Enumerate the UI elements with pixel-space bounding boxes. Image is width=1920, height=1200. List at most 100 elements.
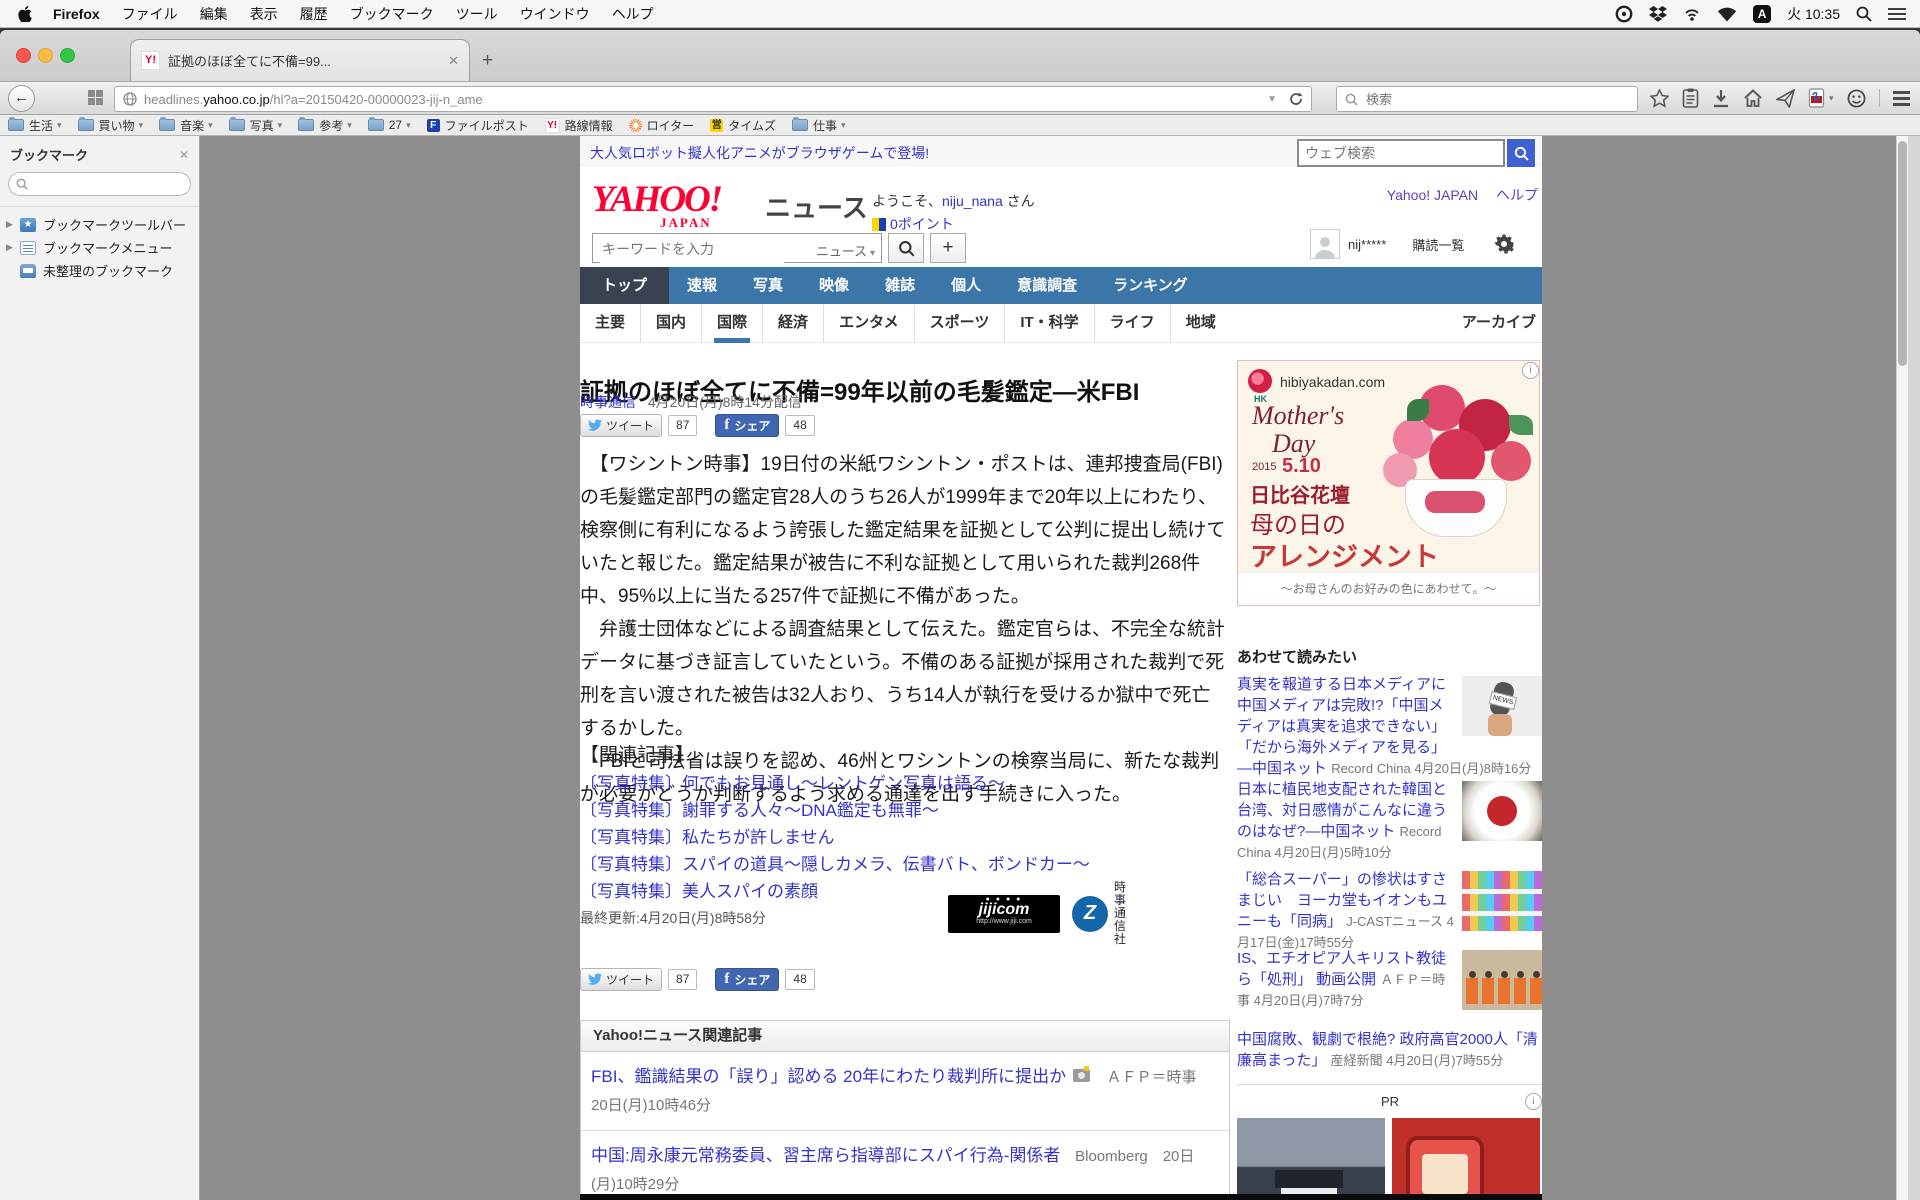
new-tab-button[interactable]: + bbox=[482, 50, 493, 72]
jiji-press-emblem[interactable]: Z bbox=[1072, 896, 1108, 932]
site-identity-globe-icon[interactable] bbox=[123, 92, 137, 106]
subtab-main[interactable]: 主要 bbox=[580, 304, 640, 342]
news-search-button[interactable] bbox=[888, 233, 924, 263]
web-search-button[interactable] bbox=[1507, 139, 1535, 167]
home-icon[interactable] bbox=[1743, 89, 1763, 108]
news-thumbnail-supermarket[interactable] bbox=[1462, 871, 1542, 931]
keyword-search-box[interactable]: ニュース bbox=[592, 233, 882, 263]
bookmark-folder-reference[interactable]: 参考 bbox=[298, 117, 352, 134]
input-method-icon[interactable]: A bbox=[1753, 5, 1771, 23]
points-link[interactable]: 0ポイント bbox=[890, 214, 954, 234]
sidebar-item-unsorted[interactable]: 未整理のブックマーク bbox=[0, 259, 199, 282]
yahoo-japan-link[interactable]: Yahoo! JAPAN bbox=[1387, 187, 1478, 203]
scrollbar-thumb[interactable] bbox=[1898, 141, 1907, 366]
bookmark-folder-life[interactable]: 生活 bbox=[8, 117, 62, 134]
subtab-region[interactable]: 地域 bbox=[1170, 304, 1231, 342]
menubar-item-edit[interactable]: 編集 bbox=[189, 4, 239, 24]
subtab-international[interactable]: 国際 bbox=[701, 304, 762, 342]
browser-search-box[interactable] bbox=[1336, 86, 1638, 112]
url-dropdown-icon[interactable]: ▼ bbox=[1267, 94, 1277, 105]
display-ad-hibiyakadan[interactable]: HK hibiyakadan.com Mother's Day 2015 5.1… bbox=[1237, 360, 1540, 606]
share-count[interactable]: 48 bbox=[785, 415, 814, 436]
pdf-addon-caret-icon[interactable]: ▾ bbox=[1829, 93, 1834, 104]
tab-photo[interactable]: 写真 bbox=[735, 267, 801, 304]
menubar-item-window[interactable]: ウインドウ bbox=[509, 4, 601, 24]
tab-poll[interactable]: 意識調査 bbox=[999, 267, 1095, 304]
pr-ad-house[interactable] bbox=[1237, 1118, 1385, 1200]
share-count[interactable]: 48 bbox=[785, 969, 814, 990]
gear-icon[interactable] bbox=[1494, 234, 1514, 254]
spotlight-icon[interactable] bbox=[1856, 6, 1872, 22]
menubar-item-history[interactable]: 履歴 bbox=[289, 4, 339, 24]
tab-magazine[interactable]: 雑誌 bbox=[867, 267, 933, 304]
related-link[interactable]: 〔写真特集〕美人スパイの素顔 bbox=[580, 877, 818, 902]
related-link[interactable]: 〔写真特集〕私たちが許しません bbox=[580, 823, 835, 848]
tab-video[interactable]: 映像 bbox=[801, 267, 867, 304]
related-news-link[interactable]: 中国:周永康元常務委員、習主席ら指導部にスパイ行為-関係者 bbox=[591, 1146, 1060, 1165]
reload-icon[interactable] bbox=[1289, 92, 1303, 106]
jiji-logo[interactable]: ● ● ● ● jijicom http://www.jiji.com bbox=[948, 895, 1060, 933]
tweet-button[interactable]: ツイート bbox=[580, 414, 662, 437]
disclosure-triangle-icon[interactable]: ▶ bbox=[6, 242, 20, 253]
share-plane-icon[interactable] bbox=[1776, 89, 1795, 108]
notification-center-icon[interactable] bbox=[1888, 7, 1906, 21]
browser-search-input[interactable] bbox=[1364, 91, 1608, 108]
tab-ranking[interactable]: ランキング bbox=[1095, 267, 1206, 304]
yahoo-japan-logo[interactable]: YAHOO! JAPAN bbox=[592, 178, 762, 231]
facebook-share-button[interactable]: fシェア bbox=[715, 968, 779, 991]
news-thumbnail-prisoners[interactable] bbox=[1462, 950, 1542, 1010]
menubar-item-firefox[interactable]: Firefox bbox=[42, 6, 111, 22]
disclosure-triangle-icon[interactable]: ▶ bbox=[6, 219, 20, 230]
bookmark-folder-music[interactable]: 音楽 bbox=[159, 117, 213, 134]
menubar-item-tools[interactable]: ツール bbox=[445, 4, 509, 24]
bookmark-star-icon[interactable] bbox=[1650, 89, 1669, 108]
sidebar-close-icon[interactable]: ✕ bbox=[179, 148, 189, 162]
subtab-sports[interactable]: スポーツ bbox=[914, 304, 1005, 342]
promo-link[interactable]: 大人気ロボット擬人化アニメがブラウザゲームで登場! bbox=[590, 143, 929, 163]
related-link[interactable]: 〔写真特集〕何でもお見通し〜レントゲン写真は語る〜 bbox=[580, 769, 1005, 794]
bookmark-reuters[interactable]: ロイター bbox=[629, 117, 695, 134]
menubar-item-file[interactable]: ファイル bbox=[111, 4, 189, 24]
help-link[interactable]: ヘルプ bbox=[1496, 187, 1538, 203]
vertical-scrollbar[interactable] bbox=[1896, 136, 1908, 1200]
zoom-window-button[interactable] bbox=[60, 48, 75, 63]
bookmark-folder-shopping[interactable]: 買い物 bbox=[78, 117, 144, 134]
menubar-item-bookmarks[interactable]: ブックマーク bbox=[339, 4, 445, 24]
sidebar-search-box[interactable] bbox=[8, 172, 191, 196]
tweet-button[interactable]: ツイート bbox=[580, 968, 662, 991]
related-link[interactable]: 〔写真特集〕スパイの道具〜隠しカメラ、伝書バト、ボンドカー〜 bbox=[580, 850, 1090, 875]
news-thumbnail-japan-flag[interactable] bbox=[1462, 781, 1542, 841]
pr-info-icon[interactable]: i bbox=[1525, 1093, 1542, 1110]
tweet-count[interactable]: 87 bbox=[668, 415, 697, 436]
avatar[interactable] bbox=[1310, 229, 1340, 259]
tab-personal[interactable]: 個人 bbox=[933, 267, 999, 304]
wifi-icon[interactable] bbox=[1717, 6, 1737, 22]
bookmark-folder-photo[interactable]: 写真 bbox=[229, 117, 283, 134]
subscriptions-link[interactable]: 購読一覧 bbox=[1412, 235, 1464, 254]
search-scope-dropdown[interactable]: ニュース bbox=[816, 241, 875, 260]
news-thumbnail-microphone[interactable]: NEWS bbox=[1462, 676, 1542, 736]
menu-icon[interactable] bbox=[1893, 91, 1910, 106]
reading-list-icon[interactable] bbox=[1682, 88, 1699, 108]
menubar-item-help[interactable]: ヘルプ bbox=[601, 4, 665, 24]
tweet-count[interactable]: 87 bbox=[668, 969, 697, 990]
bookmark-folder-work[interactable]: 仕事 bbox=[792, 117, 846, 134]
subtab-it-science[interactable]: IT・科学 bbox=[1004, 304, 1093, 342]
add-keyword-button[interactable]: + bbox=[930, 233, 966, 263]
subtab-entertainment[interactable]: エンタメ bbox=[823, 304, 914, 342]
tab-flash[interactable]: 速報 bbox=[669, 267, 735, 304]
subtab-domestic[interactable]: 国内 bbox=[640, 304, 701, 342]
browser-tab[interactable]: Y! 証拠のほぼ全てに不備=99... ✕ bbox=[130, 39, 470, 81]
web-search-input[interactable] bbox=[1297, 139, 1505, 167]
facebook-share-button[interactable]: fシェア bbox=[715, 414, 779, 437]
bookmark-folder-27[interactable]: 27 bbox=[368, 118, 411, 132]
ad-info-icon[interactable]: i bbox=[1522, 362, 1539, 379]
smiley-addon-icon[interactable] bbox=[1847, 89, 1866, 108]
sidebar-item-bookmarks-toolbar[interactable]: ▶ ★ ブックマークツールバー bbox=[0, 213, 199, 236]
pdf-addon-icon[interactable] bbox=[1808, 88, 1825, 108]
keyword-search-input[interactable] bbox=[600, 235, 784, 263]
apple-menu-icon[interactable] bbox=[18, 6, 32, 22]
hotspot-icon[interactable] bbox=[1683, 6, 1701, 22]
archive-link[interactable]: アーカイブ bbox=[1462, 304, 1536, 342]
downloads-icon[interactable] bbox=[1712, 89, 1730, 108]
